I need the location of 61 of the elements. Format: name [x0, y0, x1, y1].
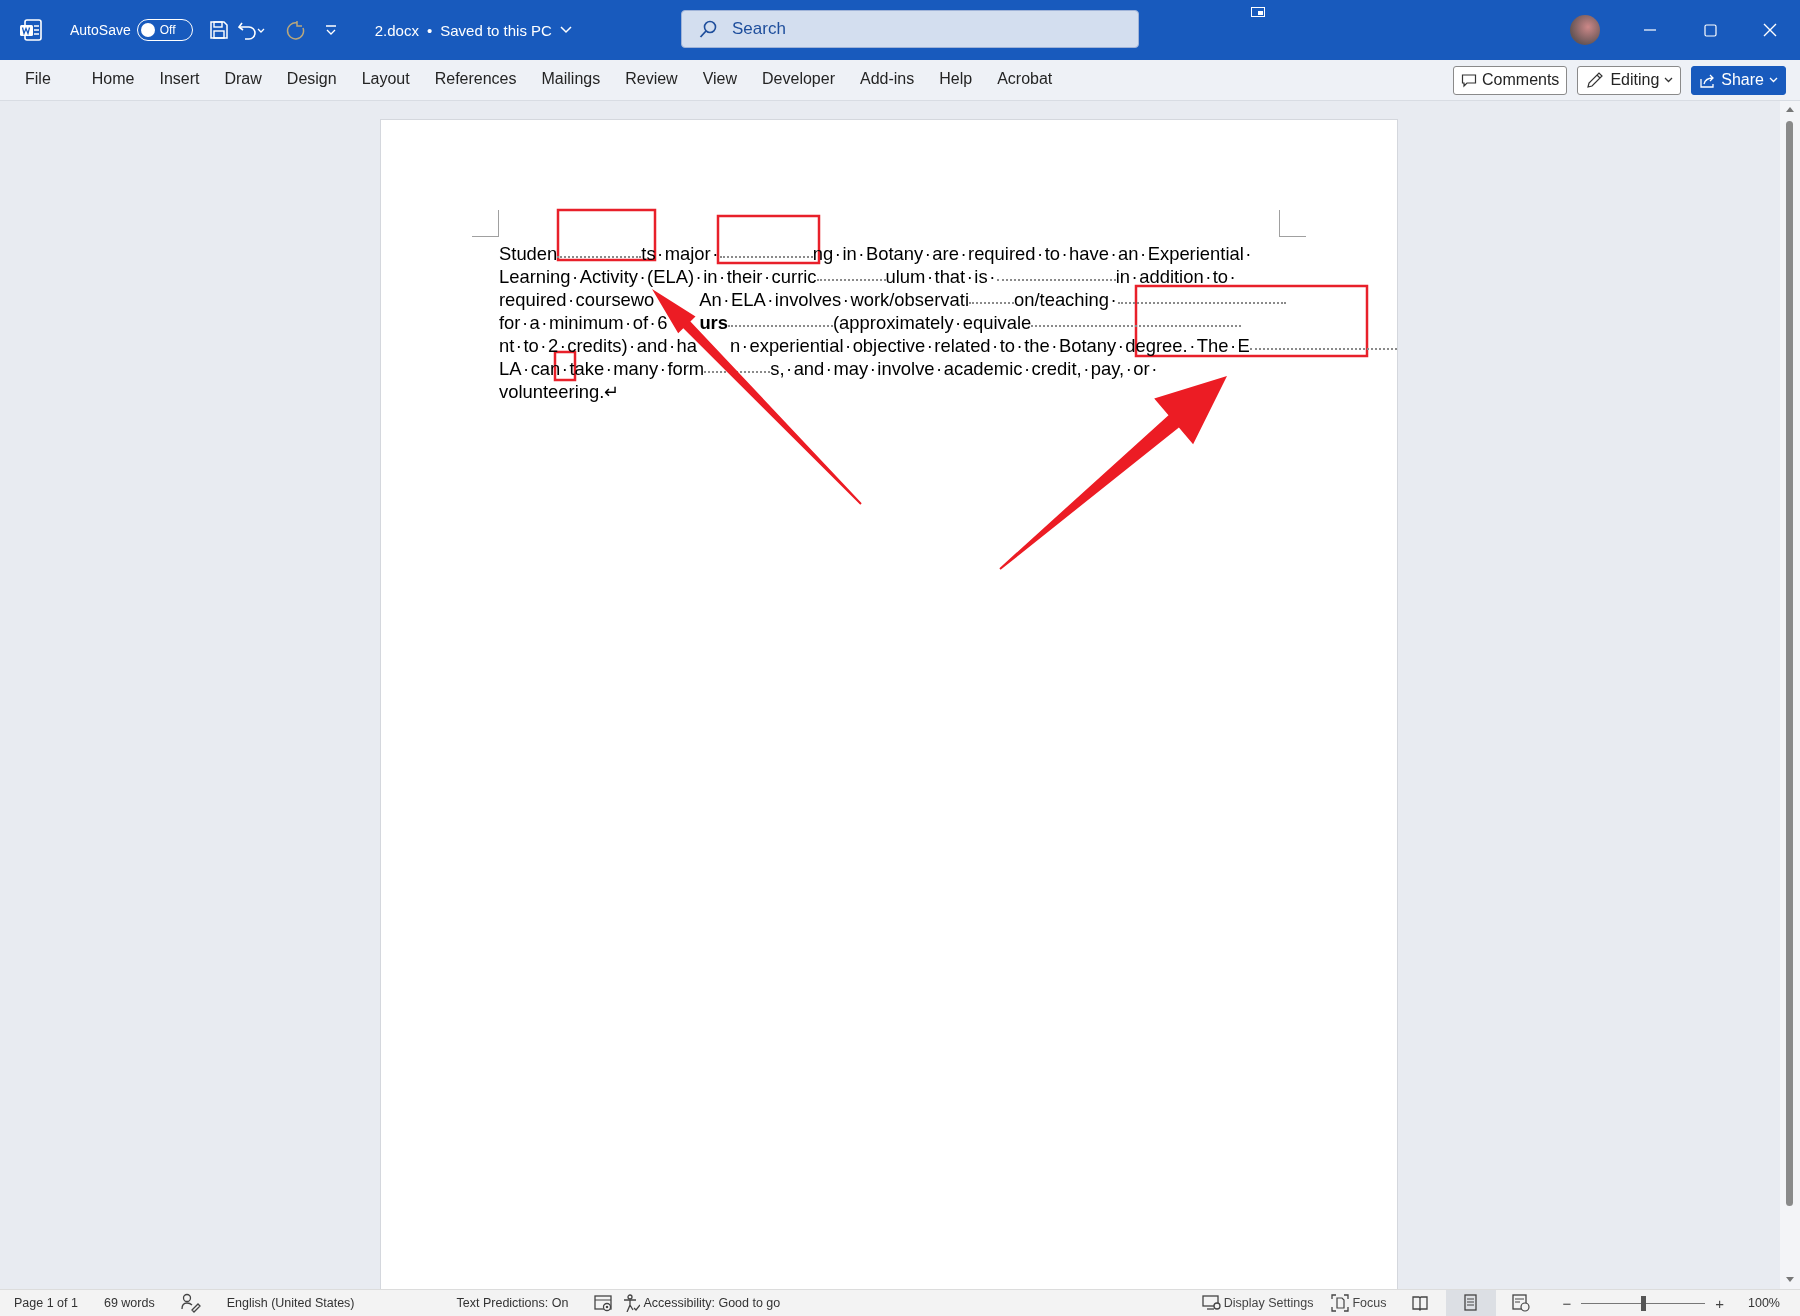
ribbon-tab[interactable]: File	[13, 63, 63, 97]
chevron-icon	[1769, 77, 1778, 83]
chevron-icon	[1664, 77, 1674, 83]
status-text[interactable]: 69 words	[103, 1296, 155, 1310]
zoom-out-button[interactable]: −	[1560, 1294, 1574, 1312]
accessibility-status[interactable]: Accessibility: Good to go	[622, 1294, 781, 1312]
search-field[interactable]: Search	[681, 10, 1139, 48]
margin-mark	[472, 210, 499, 237]
status-text[interactable]: Page 1 of 1	[14, 1296, 78, 1310]
display-settings-button[interactable]: Display Settings	[1199, 1294, 1316, 1312]
caret-icon	[324, 25, 337, 35]
focus-icon	[1331, 1294, 1350, 1312]
autosave-label: AutoSave	[70, 22, 131, 38]
ribbon-tab[interactable]: Add-ins	[848, 63, 927, 97]
status-text[interactable]: English (United States)	[226, 1296, 355, 1310]
ribbon-tab[interactable]: Review	[613, 63, 690, 97]
margin-mark	[1279, 210, 1306, 237]
save-icon	[208, 20, 229, 40]
caret-icon	[256, 26, 265, 34]
ribbon-tab[interactable]: View	[690, 63, 750, 97]
save-status[interactable]: Saved to this PC	[440, 21, 552, 39]
ribbon-tab[interactable]: Design	[274, 63, 349, 97]
share-button[interactable]: Share	[1691, 65, 1786, 95]
ribbon-tab[interactable]: Mailings	[529, 63, 613, 97]
close-icon	[1763, 23, 1777, 37]
chevron-icon	[559, 26, 572, 34]
zoom-in-button[interactable]: +	[1713, 1294, 1726, 1312]
word-logo-icon[interactable]	[18, 18, 42, 42]
scroll-down-icon	[1785, 1276, 1795, 1283]
redo-icon	[284, 20, 305, 40]
scrollbar[interactable]	[1780, 101, 1800, 1289]
ribbon-tab[interactable]: Layout	[349, 63, 422, 97]
ribbon-tab[interactable]: Developer	[750, 63, 847, 97]
monitor-icon	[1201, 1294, 1221, 1312]
ribbon-tab[interactable]: References	[422, 63, 529, 97]
globe-page-icon	[1512, 1294, 1531, 1312]
book-icon	[1412, 1294, 1431, 1312]
avatar[interactable]	[1570, 15, 1600, 45]
separator-dot: •	[426, 21, 433, 39]
zoom-level[interactable]: 100%	[1748, 1296, 1780, 1310]
macro-icon[interactable]	[594, 1294, 613, 1312]
status-text[interactable]: Text Predictions: On	[456, 1296, 569, 1310]
ribbon-tab[interactable]: Draw	[212, 63, 274, 97]
autosave-toggle[interactable]: Off	[136, 19, 193, 41]
ribbon-tab[interactable]: Insert	[147, 63, 212, 97]
scroll-up-icon	[1785, 106, 1795, 113]
file-name[interactable]: 2.docx	[374, 21, 419, 39]
undo-icon	[236, 20, 257, 40]
comments-button[interactable]: Comments	[1453, 65, 1568, 95]
maximize-icon	[1703, 23, 1717, 37]
proofing-icon[interactable]	[180, 1293, 201, 1313]
comment-icon	[1461, 72, 1477, 88]
ribbon-tab[interactable]: Home	[79, 63, 147, 97]
search-icon	[699, 20, 717, 38]
ribbon-tab[interactable]: Help	[927, 63, 985, 97]
accessibility-icon	[622, 1294, 641, 1312]
window-icon[interactable]	[1251, 7, 1265, 17]
print-layout-button[interactable]	[1446, 1290, 1497, 1316]
ribbon-tab[interactable]: Acrobat	[985, 63, 1065, 97]
editing-button[interactable]: Editing	[1577, 65, 1682, 95]
focus-button[interactable]: Focus	[1329, 1294, 1389, 1312]
